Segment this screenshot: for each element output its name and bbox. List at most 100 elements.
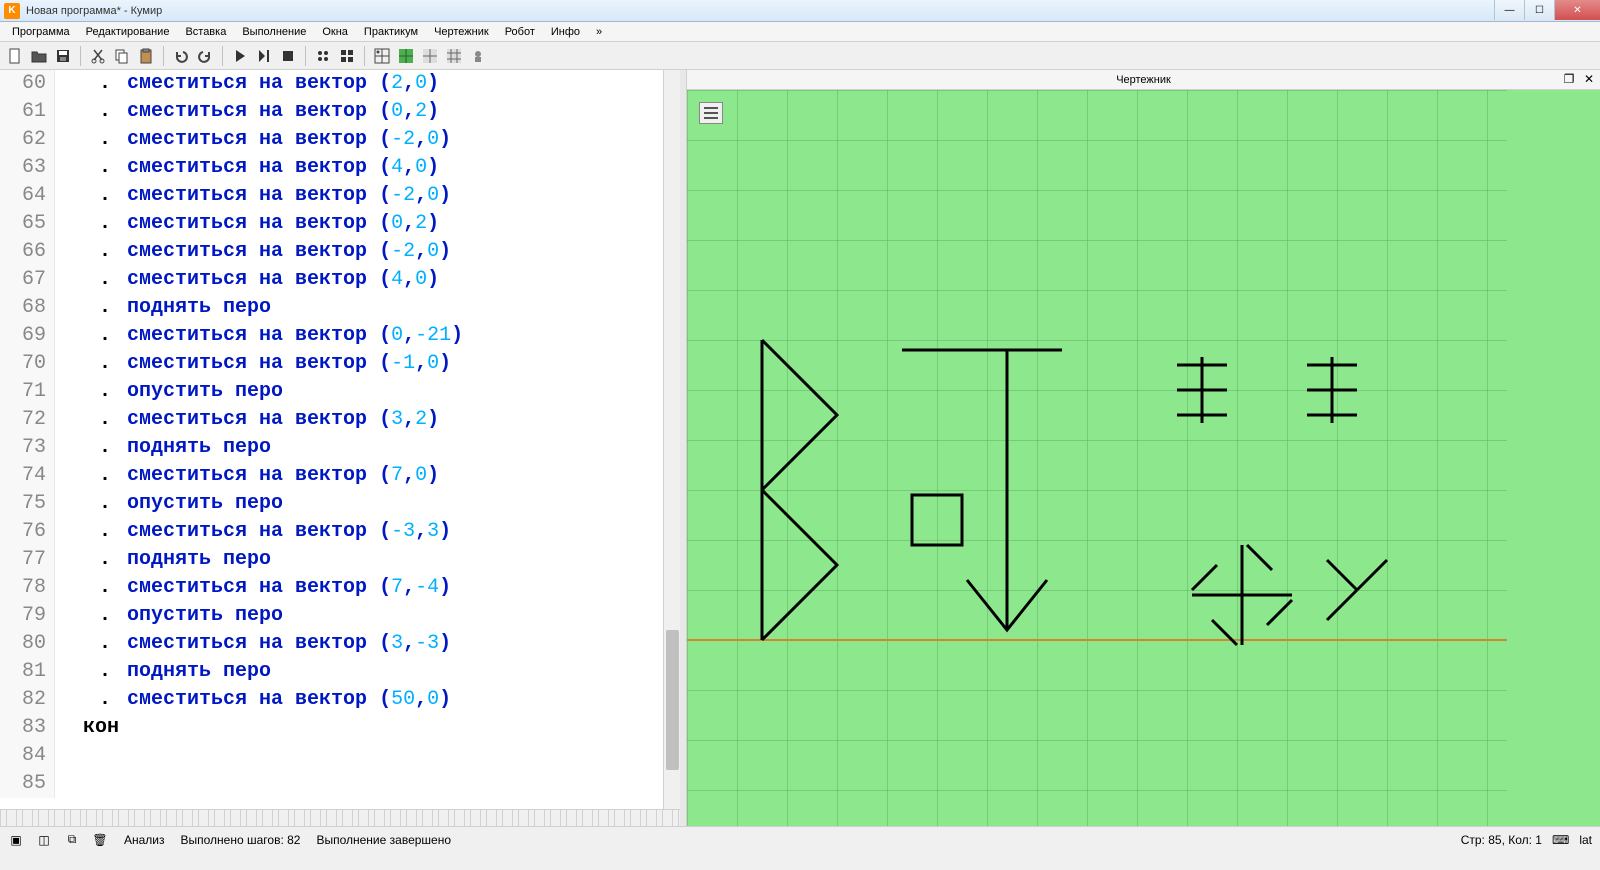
code-number: -1 bbox=[391, 350, 415, 378]
code-line[interactable]: 64. сместиться на вектор (-2,0) bbox=[0, 182, 680, 210]
copy-button[interactable] bbox=[111, 45, 133, 67]
code-line[interactable]: 82. сместиться на вектор (50,0) bbox=[0, 686, 680, 714]
menu-item-7[interactable]: Робот bbox=[497, 24, 543, 40]
grid-green-button[interactable] bbox=[395, 45, 417, 67]
close-button[interactable]: ✕ bbox=[1554, 0, 1600, 20]
status-icon-delete[interactable]: 🗑 bbox=[92, 832, 108, 848]
indent-dot: . bbox=[83, 322, 127, 350]
code-line[interactable]: 84 bbox=[0, 742, 680, 770]
status-icon-output[interactable]: ◫ bbox=[36, 832, 52, 848]
menu-item-0[interactable]: Программа bbox=[4, 24, 78, 40]
line-number: 82 bbox=[0, 686, 55, 714]
drawing-canvas bbox=[687, 90, 1507, 826]
indent-dot: . bbox=[83, 518, 127, 546]
grid3-button[interactable] bbox=[443, 45, 465, 67]
code-keyword: поднять перо bbox=[127, 546, 271, 574]
code-keyword: сместиться на вектор bbox=[127, 322, 367, 350]
vertical-scrollbar[interactable] bbox=[663, 70, 680, 809]
code-number: 2 bbox=[415, 98, 427, 126]
stop-button[interactable] bbox=[277, 45, 299, 67]
code-line[interactable]: 71. опустить перо bbox=[0, 378, 680, 406]
menu-item-9[interactable]: » bbox=[588, 24, 610, 40]
code-line[interactable]: 73. поднять перо bbox=[0, 434, 680, 462]
new-file-button[interactable] bbox=[4, 45, 26, 67]
indent-dot: . bbox=[83, 154, 127, 182]
menu-item-5[interactable]: Практикум bbox=[356, 24, 426, 40]
canvas-close-button[interactable]: ✕ bbox=[1582, 72, 1596, 86]
scrollbar-thumb[interactable] bbox=[666, 630, 679, 770]
code-line[interactable]: 74. сместиться на вектор (7,0) bbox=[0, 462, 680, 490]
code-line[interactable]: 66. сместиться на вектор (-2,0) bbox=[0, 238, 680, 266]
save-file-button[interactable] bbox=[52, 45, 74, 67]
canvas-area[interactable] bbox=[687, 90, 1600, 826]
line-number: 79 bbox=[0, 602, 55, 630]
cut-button[interactable] bbox=[87, 45, 109, 67]
status-keyboard-icon[interactable]: ⌨ bbox=[1552, 833, 1569, 847]
menu-item-3[interactable]: Выполнение bbox=[234, 24, 314, 40]
robot-button[interactable] bbox=[467, 45, 489, 67]
open-file-button[interactable] bbox=[28, 45, 50, 67]
menu-item-8[interactable]: Инфо bbox=[543, 24, 588, 40]
status-icon-console[interactable]: ▣ bbox=[8, 832, 24, 848]
code-line[interactable]: 60. сместиться на вектор (2,0) bbox=[0, 70, 680, 98]
indent-dot: . bbox=[83, 574, 127, 602]
code-line[interactable]: 69. сместиться на вектор (0,-21) bbox=[0, 322, 680, 350]
canvas-popout-button[interactable]: ❐ bbox=[1562, 72, 1576, 86]
step-into-button[interactable] bbox=[336, 45, 358, 67]
code-line[interactable]: 76. сместиться на вектор (-3,3) bbox=[0, 518, 680, 546]
status-icon-copy[interactable]: ⧉ bbox=[64, 832, 80, 848]
title-bar: K Новая программа* - Кумир — ☐ ✕ bbox=[0, 0, 1600, 22]
menu-item-6[interactable]: Чертежник bbox=[426, 24, 497, 40]
code-line[interactable]: 75. опустить перо bbox=[0, 490, 680, 518]
menu-item-4[interactable]: Окна bbox=[314, 24, 356, 40]
paste-button[interactable] bbox=[135, 45, 157, 67]
code-line[interactable]: 79. опустить перо bbox=[0, 602, 680, 630]
code-line[interactable]: 65. сместиться на вектор (0,2) bbox=[0, 210, 680, 238]
status-finished: Выполнение завершено bbox=[316, 833, 451, 847]
undo-button[interactable] bbox=[170, 45, 192, 67]
code-line[interactable]: 85 bbox=[0, 770, 680, 798]
code-line[interactable]: 61. сместиться на вектор (0,2) bbox=[0, 98, 680, 126]
code-number: -3 bbox=[415, 630, 439, 658]
code-editor[interactable]: 60. сместиться на вектор (2,0)61. смести… bbox=[0, 70, 680, 809]
indent-dot: . bbox=[83, 98, 127, 126]
code-line[interactable]: 68. поднять перо bbox=[0, 294, 680, 322]
redo-button[interactable] bbox=[194, 45, 216, 67]
status-lang: lat bbox=[1579, 833, 1592, 847]
code-line[interactable]: 77. поднять перо bbox=[0, 546, 680, 574]
canvas-menu-button[interactable] bbox=[699, 102, 723, 124]
step-over-button[interactable] bbox=[312, 45, 334, 67]
code-line[interactable]: 81. поднять перо bbox=[0, 658, 680, 686]
code-line[interactable]: 62. сместиться на вектор (-2,0) bbox=[0, 126, 680, 154]
toolbar-separator bbox=[364, 46, 365, 66]
run-button[interactable] bbox=[229, 45, 251, 67]
code-line[interactable]: 63. сместиться на вектор (4,0) bbox=[0, 154, 680, 182]
indent-dot: . bbox=[83, 406, 127, 434]
step-run-button[interactable] bbox=[253, 45, 275, 67]
window-controls: — ☐ ✕ bbox=[1494, 0, 1600, 20]
maximize-button[interactable]: ☐ bbox=[1524, 0, 1554, 20]
code-line[interactable]: 72. сместиться на вектор (3,2) bbox=[0, 406, 680, 434]
code-number: 2 bbox=[415, 210, 427, 238]
menu-item-1[interactable]: Редактирование bbox=[78, 24, 178, 40]
code-line[interactable]: 78. сместиться на вектор (7,-4) bbox=[0, 574, 680, 602]
indent-dot: . bbox=[83, 462, 127, 490]
indent-dot: . bbox=[83, 70, 127, 98]
code-line[interactable]: 83кон bbox=[0, 714, 680, 742]
code-line[interactable]: 80. сместиться на вектор (3,-3) bbox=[0, 630, 680, 658]
menu-item-2[interactable]: Вставка bbox=[177, 24, 234, 40]
minimize-button[interactable]: — bbox=[1494, 0, 1524, 20]
horizontal-scrollbar[interactable] bbox=[0, 809, 680, 826]
canvas-title-bar: Чертежник ❐ ✕ bbox=[687, 70, 1600, 90]
code-number: 0 bbox=[427, 350, 439, 378]
code-number: 0 bbox=[415, 462, 427, 490]
status-bar: ▣ ◫ ⧉ 🗑 Анализ Выполнено шагов: 82 Выпол… bbox=[0, 826, 1600, 852]
code-line[interactable]: 67. сместиться на вектор (4,0) bbox=[0, 266, 680, 294]
scroll-pattern bbox=[0, 810, 680, 826]
line-number: 67 bbox=[0, 266, 55, 294]
code-keyword: сместиться на вектор bbox=[127, 266, 367, 294]
grid1-button[interactable] bbox=[371, 45, 393, 67]
grid2-button[interactable] bbox=[419, 45, 441, 67]
line-number: 61 bbox=[0, 98, 55, 126]
code-line[interactable]: 70. сместиться на вектор (-1,0) bbox=[0, 350, 680, 378]
